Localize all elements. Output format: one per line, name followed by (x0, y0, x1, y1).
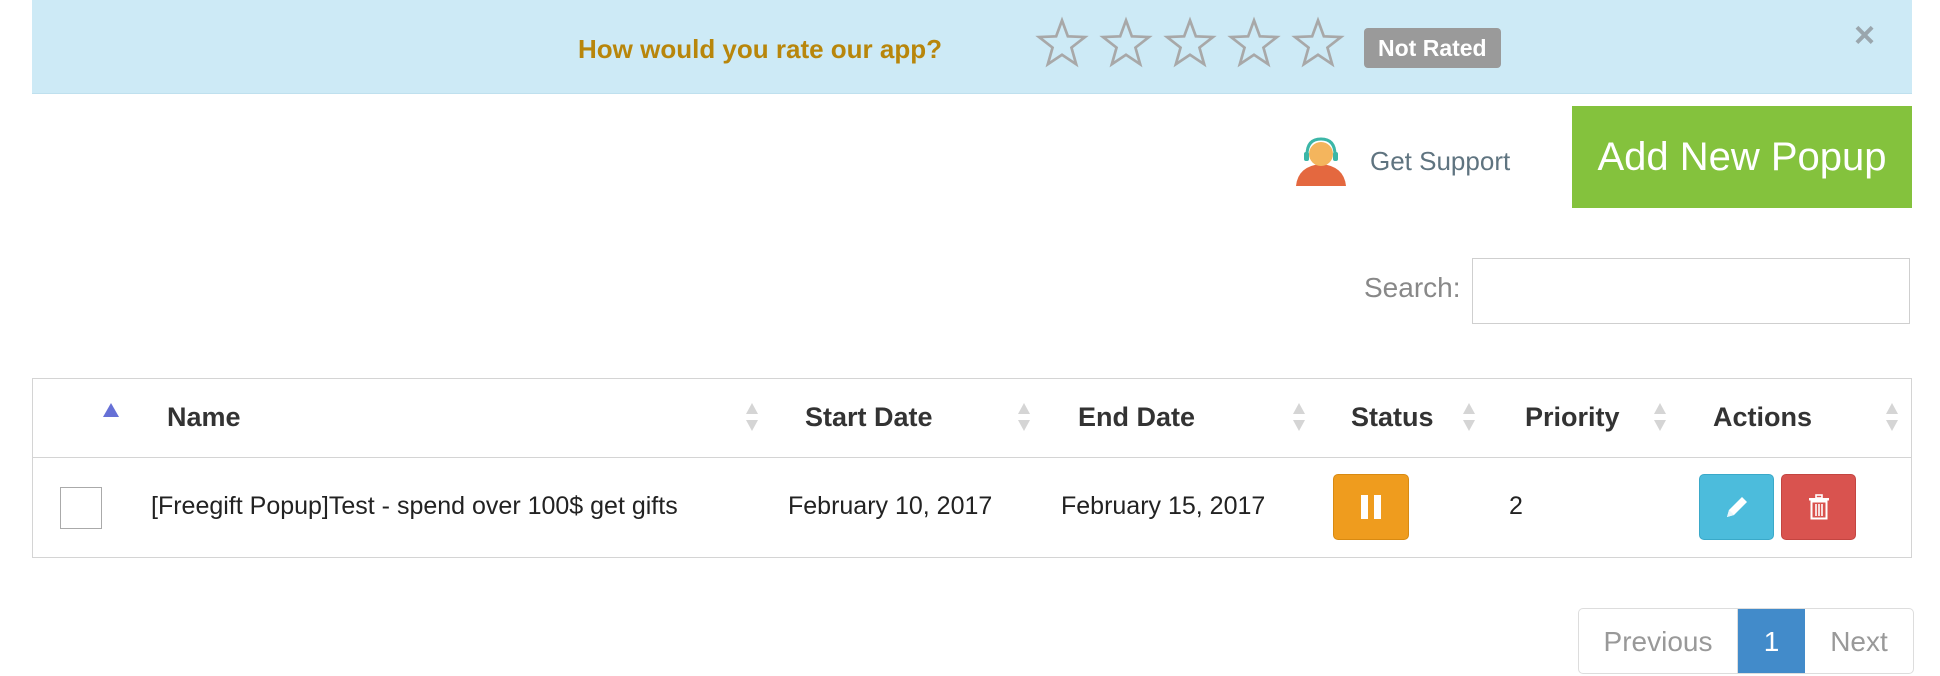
get-support-link[interactable]: Get Support (1294, 136, 1510, 186)
column-header-name[interactable]: Name (167, 402, 241, 433)
cell-priority: 2 (1509, 492, 1523, 520)
column-header-status[interactable]: Status (1351, 402, 1434, 433)
popups-table: Name Start Date End Date Status Priority… (32, 378, 1912, 558)
search-label: Search: (1364, 272, 1461, 303)
sort-icon[interactable] (1292, 401, 1306, 433)
trash-icon (1808, 494, 1829, 520)
sort-icon[interactable] (1653, 401, 1667, 433)
column-header-end-date[interactable]: End Date (1078, 402, 1195, 433)
delete-button[interactable] (1781, 474, 1856, 540)
cell-end-date: February 15, 2017 (1061, 492, 1266, 520)
get-support-label: Get Support (1370, 145, 1511, 176)
edit-button[interactable] (1699, 474, 1774, 540)
next-page-button[interactable]: Next (1805, 609, 1913, 673)
pause-status-button[interactable] (1333, 474, 1409, 540)
rating-status-badge: Not Rated (1364, 28, 1501, 68)
rating-stars[interactable] (1035, 16, 1345, 72)
star-icon[interactable] (1163, 16, 1217, 72)
column-header-priority[interactable]: Priority (1525, 402, 1620, 433)
pagination: Previous 1 Next (1578, 608, 1914, 674)
sort-icon[interactable] (1885, 401, 1899, 433)
star-icon[interactable] (1035, 16, 1089, 72)
page-1-button[interactable]: 1 (1738, 609, 1805, 673)
star-icon[interactable] (1291, 16, 1345, 72)
cell-name: [Freegift Popup]Test - spend over 100$ g… (151, 492, 678, 520)
pause-icon (1361, 495, 1381, 519)
rating-banner: How would you rate our app? Not Rated × (32, 0, 1912, 94)
column-header-actions[interactable]: Actions (1713, 402, 1812, 433)
close-icon[interactable]: × (1854, 14, 1875, 56)
sort-icon[interactable] (1017, 401, 1031, 433)
sort-ascending-icon[interactable] (103, 403, 119, 417)
edit-icon (1726, 497, 1747, 517)
sort-icon[interactable] (745, 401, 759, 433)
table-header: Name Start Date End Date Status Priority… (33, 379, 1911, 458)
table-row: [Freegift Popup]Test - spend over 100$ g… (33, 457, 1911, 558)
column-header-start-date[interactable]: Start Date (805, 402, 933, 433)
star-icon[interactable] (1227, 16, 1281, 72)
star-icon[interactable] (1099, 16, 1153, 72)
row-checkbox[interactable] (60, 487, 102, 529)
sort-icon[interactable] (1462, 401, 1476, 433)
rating-question: How would you rate our app? (578, 34, 942, 64)
add-new-popup-button[interactable]: Add New Popup (1572, 106, 1912, 208)
previous-page-button[interactable]: Previous (1579, 609, 1738, 673)
cell-start-date: February 10, 2017 (788, 492, 993, 520)
support-agent-icon (1296, 137, 1346, 186)
search-input[interactable] (1472, 258, 1910, 324)
